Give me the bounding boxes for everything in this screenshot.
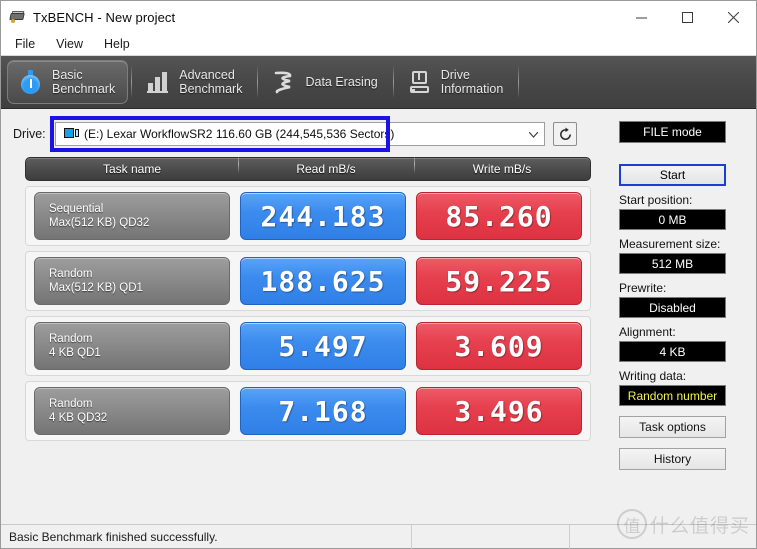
options-panel: FILE mode Start Start position: 0 MB Mea… bbox=[611, 109, 756, 524]
table-row[interactable]: Sequential Max(512 KB) QD32 244.183 85.2… bbox=[25, 186, 591, 246]
task-name-cell: Random Max(512 KB) QD1 bbox=[34, 257, 230, 305]
drive-label: Drive: bbox=[13, 127, 46, 141]
column-header-task-name: Task name bbox=[102, 162, 162, 176]
close-icon[interactable] bbox=[710, 1, 756, 33]
task-options-button[interactable]: Task options bbox=[619, 416, 726, 438]
bar-chart-icon bbox=[145, 68, 171, 96]
task-name-line2: 4 KB QD1 bbox=[49, 347, 101, 359]
table-row[interactable]: Random Max(512 KB) QD1 188.625 59.225 bbox=[25, 251, 591, 311]
write-value: 3.496 bbox=[416, 387, 582, 435]
content-area: Drive: (E:) Lexar WorkflowSR2 116.60 GB … bbox=[1, 109, 756, 524]
minimize-icon[interactable] bbox=[618, 1, 664, 33]
read-value: 244.183 bbox=[240, 192, 406, 240]
table-row[interactable]: Random 4 KB QD32 7.168 3.496 bbox=[25, 381, 591, 441]
prewrite-value[interactable]: Disabled bbox=[619, 297, 726, 318]
tab-divider bbox=[131, 65, 133, 99]
read-value: 7.168 bbox=[240, 387, 406, 435]
tab-basic-benchmark-label: Basic Benchmark bbox=[52, 68, 116, 96]
read-value: 188.625 bbox=[240, 257, 406, 305]
window-title: TxBENCH - New project bbox=[33, 9, 176, 25]
read-value: 5.497 bbox=[240, 322, 406, 370]
benchmark-table: Task name Read mB/s Write mB/s Sequentia… bbox=[25, 155, 591, 441]
task-name-line2: 4 KB QD32 bbox=[49, 412, 108, 424]
task-name-cell: Random 4 KB QD1 bbox=[34, 322, 230, 370]
history-button[interactable]: History bbox=[619, 448, 726, 470]
window-controls bbox=[618, 1, 756, 33]
start-position-value[interactable]: 0 MB bbox=[619, 209, 726, 230]
stopwatch-icon bbox=[18, 68, 44, 96]
prewrite-label: Prewrite: bbox=[619, 281, 667, 295]
task-name-line1: Random bbox=[49, 268, 93, 280]
task-name-line2: Max(512 KB) QD1 bbox=[49, 282, 143, 294]
left-pane: Drive: (E:) Lexar WorkflowSR2 116.60 GB … bbox=[1, 109, 611, 524]
write-value: 85.260 bbox=[416, 192, 582, 240]
tab-data-erasing[interactable]: Data Erasing bbox=[261, 60, 389, 104]
drive-select-value: (E:) Lexar WorkflowSR2 116.60 GB (244,54… bbox=[84, 127, 395, 141]
txbench-window: TxBENCH - New project File View Help Bas… bbox=[0, 0, 757, 549]
tab-divider bbox=[518, 65, 520, 99]
writing-data-value[interactable]: Random number bbox=[619, 385, 726, 406]
task-name-line1: Sequential bbox=[49, 203, 104, 215]
task-name-line1: Random bbox=[49, 398, 93, 410]
shredder-icon bbox=[271, 68, 297, 96]
maximize-icon[interactable] bbox=[664, 1, 710, 33]
menu-bar: File View Help bbox=[1, 33, 756, 56]
table-row[interactable]: Random 4 KB QD1 5.497 3.609 bbox=[25, 316, 591, 376]
status-message: Basic Benchmark finished successfully. bbox=[9, 529, 218, 544]
refresh-icon[interactable] bbox=[553, 122, 577, 146]
tab-advanced-benchmark[interactable]: Advanced Benchmark bbox=[135, 60, 254, 104]
menu-item-file[interactable]: File bbox=[13, 35, 45, 54]
tab-strip: Basic Benchmark Advanced Benchmark Data … bbox=[1, 56, 756, 109]
title-bar: TxBENCH - New project bbox=[1, 1, 756, 33]
tab-advanced-benchmark-label: Advanced Benchmark bbox=[179, 68, 243, 96]
drive-select[interactable]: (E:) Lexar WorkflowSR2 116.60 GB (244,54… bbox=[55, 122, 545, 146]
task-name-line1: Random bbox=[49, 333, 93, 345]
measurement-size-value[interactable]: 512 MB bbox=[619, 253, 726, 274]
write-value: 59.225 bbox=[416, 257, 582, 305]
status-bar: Basic Benchmark finished successfully. 值… bbox=[1, 509, 756, 549]
writing-data-label: Writing data: bbox=[619, 369, 687, 383]
menu-item-view[interactable]: View bbox=[54, 35, 93, 54]
start-button[interactable]: Start bbox=[619, 164, 726, 186]
alignment-label: Alignment: bbox=[619, 325, 676, 339]
tab-divider bbox=[257, 65, 259, 99]
write-value: 3.609 bbox=[416, 322, 582, 370]
drive-info-icon bbox=[407, 68, 433, 96]
task-name-cell: Sequential Max(512 KB) QD32 bbox=[34, 192, 230, 240]
status-segment-2 bbox=[411, 524, 569, 549]
alignment-value[interactable]: 4 KB bbox=[619, 341, 726, 362]
file-mode-indicator[interactable]: FILE mode bbox=[619, 121, 726, 143]
column-header-write: Write mB/s bbox=[414, 155, 590, 176]
task-name-line2: Max(512 KB) QD32 bbox=[49, 217, 150, 229]
menu-item-help[interactable]: Help bbox=[102, 35, 140, 54]
start-position-label: Start position: bbox=[619, 193, 693, 207]
tab-divider bbox=[392, 65, 394, 99]
tab-drive-information[interactable]: Drive Information bbox=[397, 60, 516, 104]
drive-selector-row: Drive: (E:) Lexar WorkflowSR2 116.60 GB … bbox=[13, 116, 611, 152]
measurement-size-label: Measurement size: bbox=[619, 237, 721, 251]
column-header-read: Read mB/s bbox=[238, 155, 414, 176]
drive-combo-wrapper: (E:) Lexar WorkflowSR2 116.60 GB (244,54… bbox=[50, 116, 545, 152]
txbench-logo-icon bbox=[9, 9, 27, 25]
tab-basic-benchmark[interactable]: Basic Benchmark bbox=[7, 60, 129, 104]
tab-data-erasing-label: Data Erasing bbox=[305, 75, 378, 89]
status-segment-3 bbox=[569, 524, 756, 549]
chevron-down-icon[interactable] bbox=[523, 124, 543, 146]
drive-icon bbox=[64, 128, 79, 140]
tab-drive-information-label: Drive Information bbox=[440, 68, 504, 96]
table-header-row: Task name Read mB/s Write mB/s bbox=[25, 155, 591, 181]
task-name-cell: Random 4 KB QD32 bbox=[34, 387, 230, 435]
